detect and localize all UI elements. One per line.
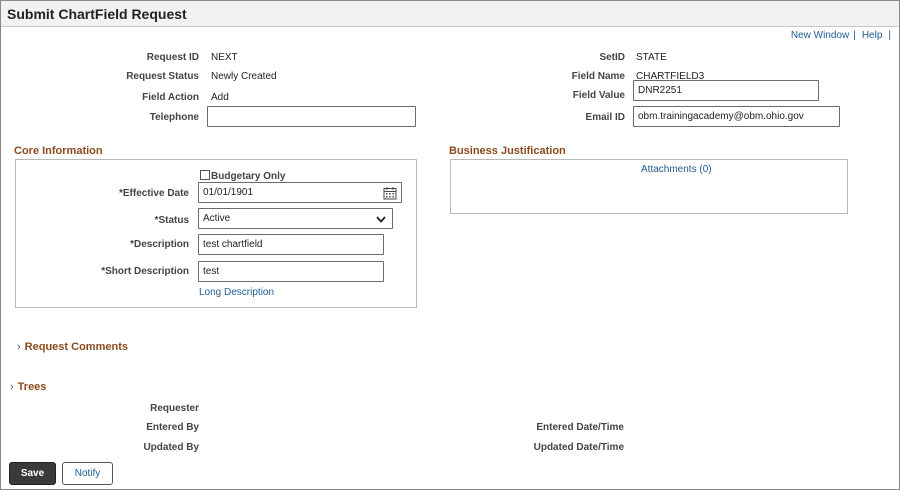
link-separator-trailing: | — [888, 30, 891, 41]
calendar-icon[interactable] — [383, 186, 397, 200]
save-button[interactable]: Save — [9, 462, 56, 485]
requester-label: Requester — [150, 403, 199, 414]
description-label: *Description — [130, 239, 189, 250]
long-description-link[interactable]: Long Description — [199, 287, 274, 298]
field-name-label: Field Name — [571, 71, 625, 82]
chevron-down-icon — [376, 216, 386, 223]
field-value-label: Field Value — [572, 90, 625, 101]
status-select[interactable]: Active — [198, 208, 393, 229]
effective-date-value: 01/01/1901 — [203, 187, 254, 198]
status-selected-value: Active — [203, 213, 231, 224]
top-links: New Window | Help | — [791, 30, 891, 41]
short-description-label: *Short Description — [101, 266, 189, 277]
request-comments-expander[interactable]: › Request Comments — [17, 341, 128, 353]
effective-date-label: *Effective Date — [118, 188, 189, 199]
request-comments-label: Request Comments — [24, 341, 128, 353]
setid-value: STATE — [636, 52, 667, 63]
field-value-input[interactable]: DNR2251 — [633, 80, 819, 101]
description-input[interactable]: test chartfield — [198, 234, 384, 255]
budgetary-only-label: Budgetary Only — [211, 171, 286, 182]
field-action-value: Add — [211, 92, 229, 103]
request-id-value: NEXT — [211, 52, 238, 63]
updated-by-label: Updated By — [143, 442, 199, 453]
trees-label: Trees — [17, 381, 47, 393]
setid-label: SetID — [599, 52, 625, 63]
request-id-label: Request ID — [146, 52, 199, 63]
attachments-link[interactable]: Attachments (0) — [641, 164, 712, 175]
request-status-value: Newly Created — [211, 71, 277, 82]
email-id-input[interactable]: obm.trainingacademy@obm.ohio.gov — [633, 106, 840, 127]
effective-date-input[interactable]: 01/01/1901 — [198, 182, 402, 203]
page-frame: Submit ChartField Request New Window | Hel… — [0, 0, 900, 490]
notify-button[interactable]: Notify — [62, 462, 113, 485]
new-window-link[interactable]: New Window — [791, 30, 849, 41]
telephone-label: Telephone — [149, 112, 199, 123]
core-information-title: Core Information — [14, 145, 103, 157]
status-label: *Status — [154, 215, 189, 226]
entered-datetime-label: Entered Date/Time — [536, 422, 624, 433]
page-title: Submit ChartField Request — [7, 6, 187, 22]
entered-by-label: Entered By — [146, 422, 199, 433]
title-bar: Submit ChartField Request — [1, 1, 899, 27]
budgetary-only-checkbox[interactable] — [200, 170, 210, 180]
link-separator: | — [853, 30, 856, 41]
business-justification-title: Business Justification — [449, 145, 566, 157]
short-description-input[interactable]: test — [198, 261, 384, 282]
field-action-label: Field Action — [142, 92, 199, 103]
updated-datetime-label: Updated Date/Time — [533, 442, 624, 453]
help-link[interactable]: Help — [862, 30, 883, 41]
chevron-right-icon: › — [17, 341, 21, 353]
email-id-label: Email ID — [585, 112, 625, 123]
trees-expander[interactable]: › Trees — [10, 381, 46, 393]
request-status-label: Request Status — [126, 71, 199, 82]
telephone-input[interactable] — [207, 106, 416, 127]
chevron-right-icon: › — [10, 381, 14, 393]
